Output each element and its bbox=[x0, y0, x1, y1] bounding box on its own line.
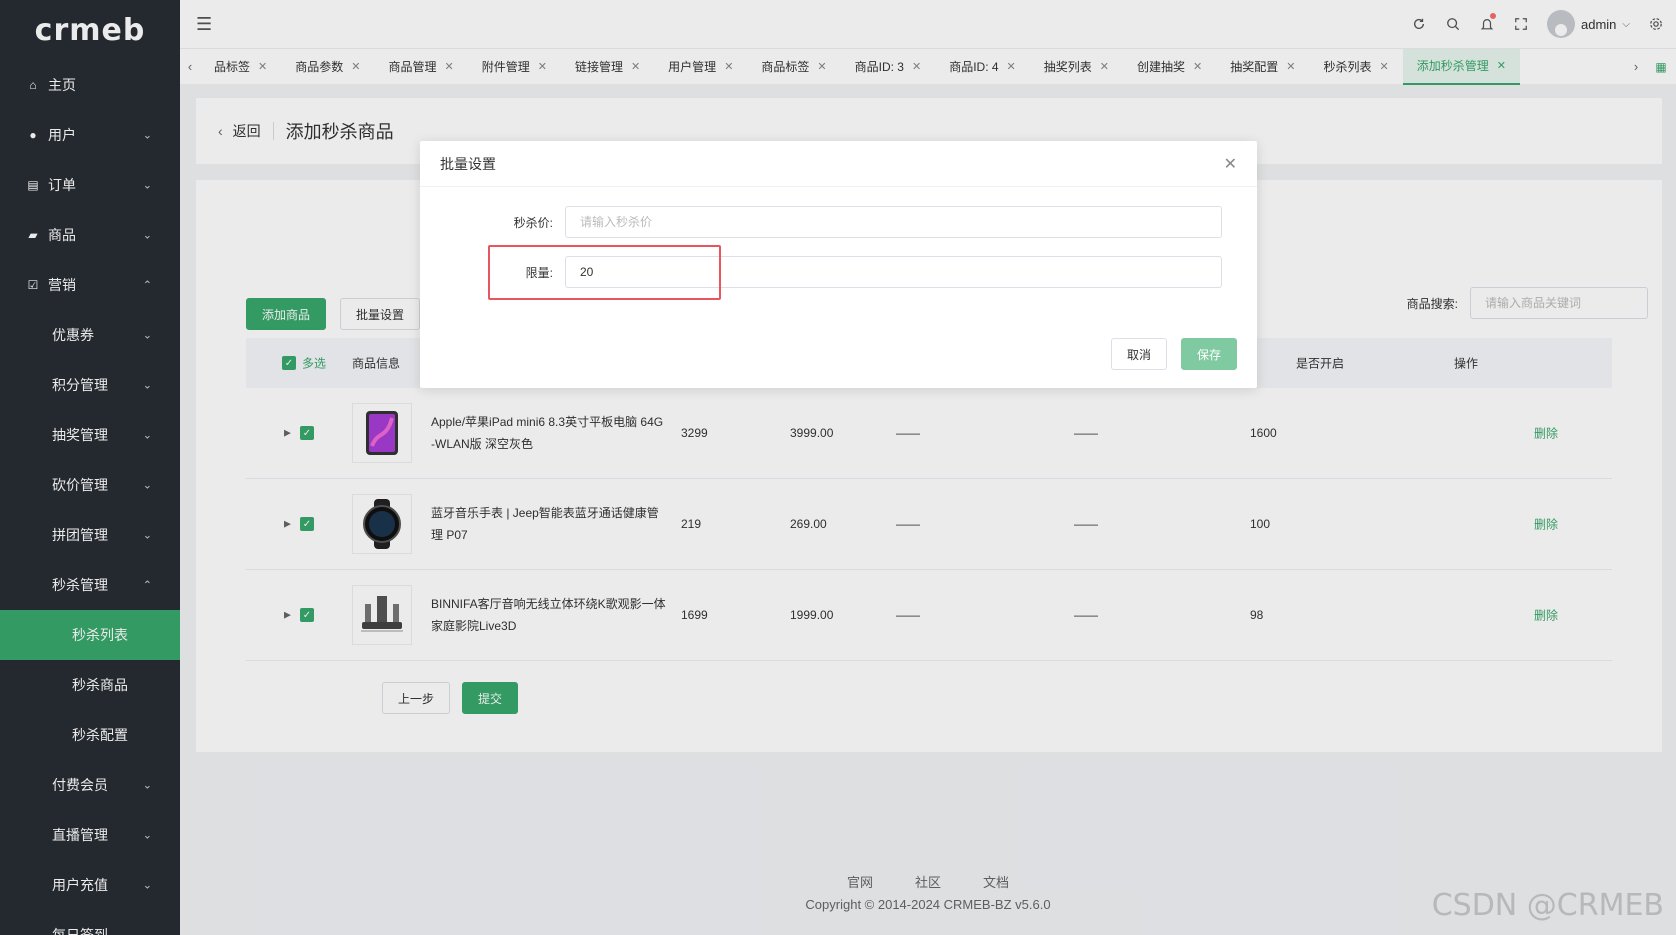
highlight-box bbox=[488, 245, 721, 300]
batch-settings-modal: 批量设置 ✕ 秒杀价: 限量: 取消 保存 bbox=[420, 141, 1257, 388]
cancel-button[interactable]: 取消 bbox=[1111, 338, 1167, 370]
seckill-price-label: 秒杀价: bbox=[513, 215, 553, 230]
save-button[interactable]: 保存 bbox=[1181, 338, 1237, 370]
modal-buttons: 取消 保存 bbox=[1111, 338, 1237, 370]
close-icon[interactable]: ✕ bbox=[1224, 154, 1237, 174]
modal-title: 批量设置 bbox=[420, 141, 1257, 187]
seckill-price-input[interactable] bbox=[565, 206, 1222, 238]
seckill-price-row: 秒杀价: bbox=[420, 206, 1222, 238]
